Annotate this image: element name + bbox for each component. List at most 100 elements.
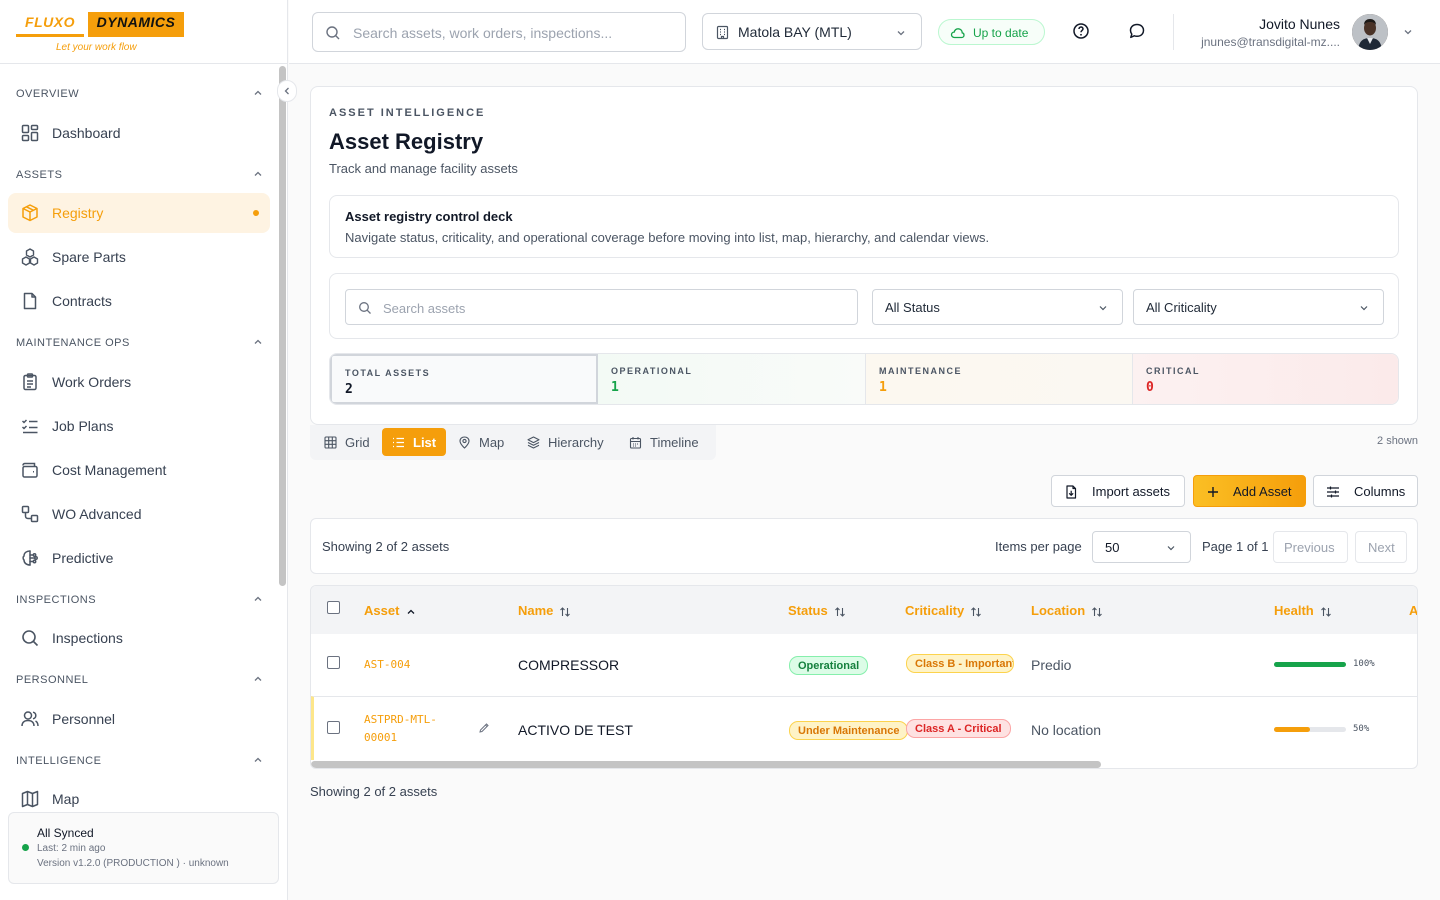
sync-status-label: Up to date (973, 26, 1029, 40)
active-indicator-dot (253, 210, 259, 216)
boxes-icon (21, 248, 39, 266)
map-pin-icon (459, 436, 470, 449)
help-icon[interactable] (1072, 22, 1090, 40)
edit-pencil-icon[interactable] (478, 722, 490, 734)
sidebar-collapse-button[interactable] (277, 80, 297, 102)
table-row[interactable]: AST-004 COMPRESSOR Operational Class B -… (311, 634, 1417, 696)
row-checkbox[interactable] (327, 721, 340, 734)
stat-critical[interactable]: CRITICAL 0 (1132, 354, 1398, 404)
health-bar-fill (1274, 662, 1346, 667)
asset-registry-header-card: ASSET INTELLIGENCE Asset Registry Track … (310, 86, 1418, 425)
sidebar-item-registry[interactable]: Registry (8, 193, 270, 233)
tab-list[interactable]: List (382, 428, 446, 456)
stat-operational[interactable]: OPERATIONAL 1 (598, 354, 865, 404)
sidebar-section-assets[interactable]: ASSETS (16, 169, 264, 181)
sidebar-item-dashboard[interactable]: Dashboard (8, 113, 270, 153)
asset-code[interactable]: AST-004 (364, 658, 410, 671)
table-row[interactable]: ASTPRD-MTL- 00001 ACTIVO DE TEST Under M… (311, 696, 1417, 760)
dashboard-icon (21, 124, 39, 142)
sidebar: FLUXO DYNAMICS Let your work flow OVERVI… (0, 0, 297, 900)
user-name[interactable]: Jovito Nunes (1259, 16, 1340, 32)
criticality-filter-select[interactable]: All Criticality (1133, 289, 1384, 325)
tab-grid[interactable]: Grid (314, 428, 380, 456)
sidebar-item-label: WO Advanced (52, 506, 142, 522)
sidebar-item-cost-management[interactable]: Cost Management (8, 450, 270, 490)
column-header-asset[interactable]: Asset (364, 603, 417, 618)
control-deck-description: Navigate status, criticality, and operat… (345, 230, 990, 245)
sidebar-section-intelligence[interactable]: INTELLIGENCE (16, 755, 264, 767)
column-header-location[interactable]: Location (1031, 603, 1103, 618)
status-filter-select[interactable]: All Status (872, 289, 1123, 325)
sidebar-item-predictive[interactable]: Predictive (8, 538, 270, 578)
sidebar-section-overview[interactable]: OVERVIEW (16, 88, 264, 100)
stat-label: TOTAL ASSETS (345, 368, 431, 378)
sidebar-section-title: ASSETS (16, 169, 63, 181)
sidebar-section-maintenance-ops[interactable]: MAINTENANCE OPS (16, 337, 264, 349)
sidebar-section-title: INSPECTIONS (16, 594, 97, 606)
sidebar-item-spare-parts[interactable]: Spare Parts (8, 237, 270, 277)
column-header-criticality[interactable]: Criticality (905, 603, 982, 618)
sidebar-section-personnel[interactable]: PERSONNEL (16, 674, 264, 686)
sidebar-item-job-plans[interactable]: Job Plans (8, 406, 270, 446)
items-per-page-select[interactable]: 50 (1092, 531, 1191, 563)
import-assets-label: Import assets (1092, 484, 1171, 499)
column-header-truncated[interactable]: A (1409, 603, 1417, 618)
previous-label: Previous (1284, 540, 1335, 555)
sidebar-item-map[interactable]: Map (8, 779, 270, 812)
tab-map[interactable]: Map (448, 428, 512, 456)
chevron-down-icon[interactable] (1402, 26, 1414, 38)
next-page-button[interactable]: Next (1355, 531, 1407, 563)
sidebar-item-personnel[interactable]: Personnel (8, 699, 270, 739)
map-icon (21, 790, 39, 808)
tab-label: List (413, 435, 437, 450)
tab-timeline[interactable]: Timeline (619, 428, 709, 456)
sidebar-scrollbar[interactable] (279, 66, 286, 586)
clipboard-icon (23, 373, 37, 391)
stat-maintenance[interactable]: MAINTENANCE 1 (865, 354, 1132, 404)
stat-total-assets[interactable]: TOTAL ASSETS 2 (330, 354, 598, 404)
table-horizontal-scrollbar[interactable] (311, 761, 1101, 768)
columns-label: Columns (1354, 484, 1406, 499)
items-per-page-label: Items per page (995, 539, 1082, 554)
column-header-status[interactable]: Status (788, 603, 846, 618)
box-icon (22, 204, 38, 222)
sidebar-item-inspections[interactable]: Inspections (8, 618, 270, 658)
import-assets-button[interactable]: Import assets (1051, 475, 1185, 507)
column-header-health[interactable]: Health (1274, 603, 1332, 618)
calendar-icon (629, 437, 642, 449)
asset-search-input[interactable]: Search assets (345, 289, 858, 325)
row-checkbox[interactable] (327, 656, 340, 669)
column-header-name[interactable]: Name (518, 603, 571, 618)
avatar-portrait (1352, 14, 1388, 50)
search-icon (22, 630, 39, 647)
add-asset-button[interactable]: Add Asset (1193, 475, 1306, 507)
asset-name: ACTIVO DE TEST (518, 722, 633, 738)
brand-logo[interactable]: FLUXO DYNAMICS Let your work flow (0, 0, 287, 64)
health-bar (1274, 662, 1346, 667)
plus-icon (1208, 487, 1218, 497)
chevron-down-icon (1167, 546, 1175, 551)
chat-icon[interactable] (1128, 22, 1146, 40)
status-filter-value: All Status (885, 300, 940, 315)
items-per-page-value: 50 (1105, 540, 1120, 555)
showing-count: Showing 2 of 2 assets (322, 539, 450, 554)
status-badge: Under Maintenance (789, 721, 909, 740)
sidebar-item-work-orders[interactable]: Work Orders (8, 362, 270, 402)
sidebar-item-label: Contracts (52, 293, 112, 309)
tab-hierarchy[interactable]: Hierarchy (517, 428, 615, 456)
avatar[interactable] (1352, 14, 1388, 50)
columns-button[interactable]: Columns (1313, 475, 1418, 507)
sidebar-item-wo-advanced[interactable]: WO Advanced (8, 494, 270, 534)
sync-status-card: All Synced Last: 2 min ago Version v1.2.… (8, 812, 279, 884)
site-selector[interactable]: Matola BAY (MTL) (702, 13, 922, 50)
chevron-down-icon (897, 31, 905, 36)
select-all-checkbox[interactable] (327, 601, 340, 614)
sidebar-section-inspections[interactable]: INSPECTIONS (16, 594, 264, 606)
sidebar-item-contracts[interactable]: Contracts (8, 281, 270, 321)
asset-code-line-2[interactable]: 00001 (364, 731, 397, 744)
asset-code-line-1[interactable]: ASTPRD-MTL- (364, 713, 437, 726)
previous-page-button[interactable]: Previous (1273, 531, 1348, 563)
sync-status-pill[interactable]: Up to date (938, 19, 1045, 45)
global-search-input[interactable]: Search assets, work orders, inspections.… (312, 12, 686, 52)
chevron-up-icon (254, 339, 262, 344)
